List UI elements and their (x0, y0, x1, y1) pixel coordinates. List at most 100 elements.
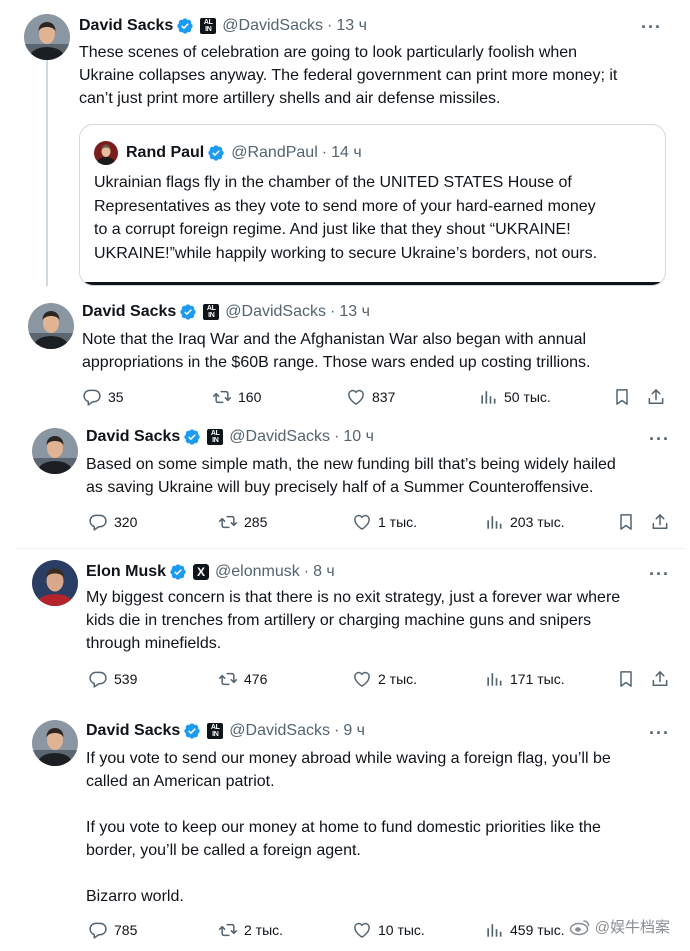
weibo-icon (569, 919, 590, 935)
share-button[interactable] (650, 512, 676, 532)
avatar[interactable] (32, 720, 78, 766)
timestamp[interactable]: 13 ч (336, 16, 367, 36)
reply-count: 35 (108, 389, 124, 405)
author-handle[interactable]: @DavidSacks (229, 427, 330, 447)
verified-icon (183, 428, 201, 446)
quoted-media-edge (80, 282, 665, 285)
reply-button[interactable]: 785 (88, 920, 137, 940)
views-count: 171 тыс. (510, 671, 565, 687)
share-icon (646, 387, 666, 407)
timestamp[interactable]: 8 ч (313, 562, 335, 582)
repost-count: 2 тыс. (244, 922, 284, 938)
like-count: 2 тыс. (378, 671, 418, 687)
watermark-text: @娱牛档案 (594, 919, 670, 936)
author-name[interactable]: David Sacks (79, 16, 173, 36)
more-icon[interactable]: ··· (649, 430, 670, 448)
like-icon (346, 387, 366, 407)
share-button[interactable] (646, 387, 672, 407)
more-icon[interactable]: ··· (649, 565, 670, 583)
views-button[interactable]: 50 тыс. (478, 387, 551, 407)
repost-button[interactable]: 160 (212, 387, 261, 407)
like-count: 10 тыс. (378, 922, 425, 938)
bookmark-button[interactable] (616, 669, 642, 689)
share-button[interactable] (650, 669, 676, 689)
like-icon (352, 512, 372, 532)
views-icon (484, 669, 504, 689)
quoted-header: Rand Paul @RandPaul · 14 ч (126, 143, 362, 163)
timestamp[interactable]: 10 ч (343, 427, 374, 447)
timestamp: 14 ч (331, 144, 362, 161)
all-in-badge-icon: AL IN (207, 429, 224, 445)
repost-button[interactable]: 285 (218, 512, 267, 532)
author-handle[interactable]: @DavidSacks (222, 16, 323, 36)
views-button[interactable]: 171 тыс. (484, 669, 565, 689)
tweet-header: David Sacks AL IN @DavidSacks · 13 ч (82, 302, 370, 322)
author-name[interactable]: Elon Musk (86, 562, 166, 582)
separator-dot: · (327, 17, 333, 34)
bookmark-icon (616, 669, 636, 689)
action-bar: 320 285 1 тыс. 203 тыс. (16, 512, 686, 536)
views-icon (484, 512, 504, 532)
verified-icon (179, 303, 197, 321)
like-count: 837 (372, 389, 396, 405)
views-button[interactable]: 459 тыс. (484, 920, 565, 940)
tweet-card-5[interactable]: David Sacks AL IN @DavidSacks · 9 ч ··· I… (16, 710, 686, 951)
author-handle[interactable]: @DavidSacks (229, 721, 330, 741)
reply-button[interactable]: 35 (82, 387, 124, 407)
tweet-card-1[interactable]: David Sacks AL IN @DavidSacks · 13 ч ··· … (8, 0, 682, 286)
separator-dot: · (321, 144, 328, 161)
bookmark-button[interactable] (616, 512, 642, 532)
verified-icon (169, 563, 187, 581)
share-icon (650, 669, 670, 689)
repost-button[interactable]: 2 тыс. (218, 920, 283, 940)
views-icon (478, 387, 498, 407)
thread-line (46, 60, 48, 286)
avatar[interactable] (24, 14, 70, 60)
like-count: 1 тыс. (378, 514, 418, 530)
more-icon[interactable]: ··· (649, 724, 670, 742)
verified-icon (207, 144, 225, 162)
like-button[interactable]: 837 (346, 387, 395, 407)
tweet-card-3[interactable]: David Sacks AL IN @DavidSacks · 10 ч ··· … (16, 418, 686, 546)
like-button[interactable]: 2 тыс. (352, 669, 417, 689)
all-in-badge-icon: AL IN (207, 723, 224, 739)
timestamp[interactable]: 9 ч (343, 721, 365, 741)
reply-icon (82, 387, 102, 407)
author-name[interactable]: David Sacks (86, 721, 180, 741)
avatar[interactable] (32, 560, 78, 606)
separator-dot: · (334, 722, 340, 739)
author-handle[interactable]: @DavidSacks (225, 302, 326, 322)
views-count: 50 тыс. (504, 389, 551, 405)
like-button[interactable]: 1 тыс. (352, 512, 417, 532)
views-count: 459 тыс. (510, 922, 565, 938)
verified-icon (176, 17, 194, 35)
bookmark-button[interactable] (612, 387, 638, 407)
author-name[interactable]: David Sacks (82, 302, 176, 322)
avatar[interactable] (28, 303, 74, 349)
reply-count: 539 (114, 671, 138, 687)
tweet-card-2[interactable]: David Sacks AL IN @DavidSacks · 13 ч Note… (12, 290, 690, 415)
tweet-card-4[interactable]: Elon Musk X @elonmusk · 8 ч ··· My bigge… (16, 549, 686, 706)
reply-button[interactable]: 320 (88, 512, 137, 532)
reply-count: 785 (114, 922, 138, 938)
tweet-text: If you vote to send our money abroad whi… (86, 750, 611, 905)
views-icon (484, 920, 504, 940)
repost-button[interactable]: 476 (218, 669, 267, 689)
author-name: Rand Paul (126, 144, 205, 161)
tweet-text: Note that the Iraq War and the Afghanist… (82, 331, 591, 371)
like-button[interactable]: 10 тыс. (352, 920, 425, 940)
avatar[interactable] (32, 428, 78, 474)
tweet-text: My biggest concern is that there is no e… (86, 589, 621, 652)
views-count: 203 тыс. (510, 514, 565, 530)
more-icon[interactable]: ··· (641, 18, 662, 36)
author-name[interactable]: David Sacks (86, 427, 180, 447)
author-handle[interactable]: @elonmusk (215, 562, 300, 582)
views-button[interactable]: 203 тыс. (484, 512, 565, 532)
x-badge-icon: X (193, 564, 210, 580)
tweet-header: David Sacks AL IN @DavidSacks · 9 ч (86, 721, 365, 741)
quoted-tweet[interactable]: Rand Paul @RandPaul · 14 ч Ukrainian fla… (79, 124, 666, 286)
tweet-header: Elon Musk X @elonmusk · 8 ч (86, 562, 335, 582)
reply-button[interactable]: 539 (88, 669, 137, 689)
timestamp[interactable]: 13 ч (339, 302, 370, 322)
like-icon (352, 669, 372, 689)
